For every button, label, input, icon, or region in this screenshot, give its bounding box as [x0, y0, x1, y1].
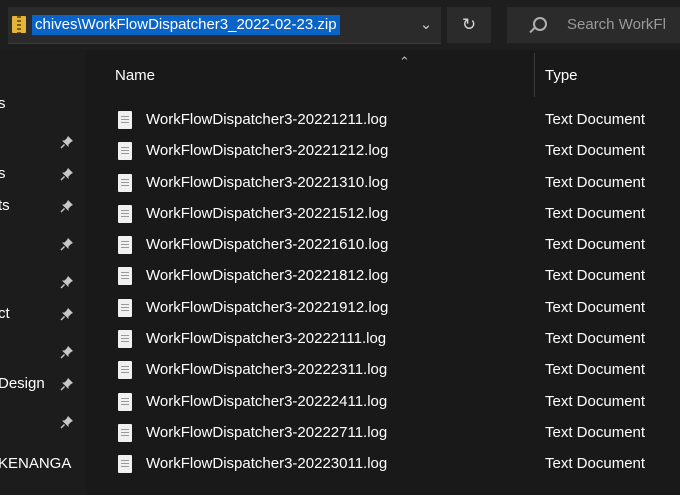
- text-document-icon: [118, 455, 132, 474]
- nav-item[interactable]: s: [0, 90, 86, 120]
- column-header: ⌃ Name Type: [86, 50, 680, 100]
- text-document-icon: [118, 423, 132, 442]
- text-document-icon: [118, 267, 132, 286]
- text-document-icon: [118, 142, 132, 161]
- pin-icon[interactable]: [60, 345, 74, 359]
- file-name[interactable]: WorkFlowDispatcher3-20222411.log: [146, 393, 387, 410]
- nav-item[interactable]: [0, 268, 86, 298]
- nav-item[interactable]: [0, 230, 86, 260]
- refresh-button[interactable]: ↻: [447, 7, 491, 43]
- file-row[interactable]: WorkFlowDispatcher3-20222411.log Text Doc…: [86, 387, 680, 418]
- nav-item[interactable]: [0, 128, 86, 158]
- text-document-icon: [118, 361, 132, 380]
- nav-item-label: ct: [0, 305, 10, 322]
- address-path[interactable]: chives\WorkFlowDispatcher3_2022-02-23.zi…: [32, 15, 340, 35]
- file-row[interactable]: WorkFlowDispatcher3-20222711.log Text Doc…: [86, 418, 680, 449]
- file-row[interactable]: WorkFlowDispatcher3-20222111.log Text Doc…: [86, 324, 680, 355]
- file-name[interactable]: WorkFlowDispatcher3-20221512.log: [146, 205, 388, 222]
- file-type: Text Document: [545, 298, 646, 316]
- text-document-icon: [118, 111, 132, 129]
- file-name[interactable]: WorkFlowDispatcher3-20222711.log: [146, 424, 387, 441]
- file-name[interactable]: WorkFlowDispatcher3-20221812.log: [146, 267, 388, 284]
- column-header-name[interactable]: Name: [115, 67, 155, 84]
- file-row[interactable]: WorkFlowDispatcher3-20221212.log Text Doc…: [86, 136, 680, 167]
- nav-item[interactable]: Design: [0, 370, 86, 400]
- title-bar: chives\WorkFlowDispatcher3_2022-02-23.zi…: [0, 0, 680, 50]
- nav-item[interactable]: ct: [0, 300, 86, 330]
- nav-item[interactable]: [0, 338, 86, 368]
- search-input[interactable]: Search WorkFl: [507, 7, 680, 43]
- nav-item-label: Design: [0, 375, 45, 392]
- pin-icon[interactable]: [60, 275, 74, 289]
- file-type: Text Document: [545, 173, 646, 191]
- file-type: Text Document: [545, 392, 646, 410]
- file-row[interactable]: WorkFlowDispatcher3-20223011.log Text Doc…: [86, 449, 680, 480]
- search-placeholder: Search WorkFl: [567, 16, 666, 33]
- file-name[interactable]: WorkFlowDispatcher3-20221912.log: [146, 299, 388, 316]
- file-name[interactable]: WorkFlowDispatcher3-20221211.log: [146, 111, 387, 128]
- text-document-icon: [118, 236, 132, 255]
- file-type: Text Document: [545, 455, 646, 473]
- file-name[interactable]: WorkFlowDispatcher3-20221610.log: [146, 236, 388, 253]
- file-row[interactable]: WorkFlowDispatcher3-20221310.log Text Doc…: [86, 168, 680, 199]
- pin-icon[interactable]: [60, 377, 74, 391]
- column-divider[interactable]: [534, 53, 535, 97]
- pin-icon[interactable]: [60, 307, 74, 321]
- text-document-icon: [118, 298, 132, 317]
- zip-folder-icon: [12, 16, 26, 33]
- file-type: Text Document: [545, 142, 646, 160]
- file-list: WorkFlowDispatcher3-20221211.log Text Doc…: [86, 105, 680, 481]
- file-name[interactable]: WorkFlowDispatcher3-20221212.log: [146, 142, 388, 159]
- text-document-icon: [118, 330, 132, 349]
- file-type: Text Document: [545, 423, 646, 441]
- nav-item[interactable]: KENANGA: [0, 450, 86, 480]
- navigation-pane: s s ts ct Design KENANGA: [0, 50, 86, 495]
- address-bar[interactable]: chives\WorkFlowDispatcher3_2022-02-23.zi…: [8, 7, 441, 44]
- file-type: Text Document: [545, 330, 646, 348]
- nav-item[interactable]: s: [0, 160, 86, 190]
- column-header-type[interactable]: Type: [545, 67, 578, 84]
- file-row[interactable]: WorkFlowDispatcher3-20221512.log Text Doc…: [86, 199, 680, 230]
- text-document-icon: [118, 204, 132, 223]
- text-document-icon: [118, 392, 132, 411]
- sort-ascending-icon: ⌃: [399, 54, 410, 69]
- refresh-icon: ↻: [461, 15, 477, 34]
- file-row[interactable]: WorkFlowDispatcher3-20221812.log Text Doc…: [86, 261, 680, 292]
- file-row[interactable]: WorkFlowDispatcher3-20221912.log Text Doc…: [86, 293, 680, 324]
- file-name[interactable]: WorkFlowDispatcher3-20222111.log: [146, 330, 386, 347]
- search-icon: [533, 17, 547, 31]
- text-document-icon: [118, 173, 132, 192]
- file-type: Text Document: [545, 361, 646, 379]
- file-row[interactable]: WorkFlowDispatcher3-20222311.log Text Doc…: [86, 355, 680, 386]
- file-type: Text Document: [545, 204, 646, 222]
- nav-item-label: s: [0, 95, 6, 112]
- file-name[interactable]: WorkFlowDispatcher3-20221310.log: [146, 174, 388, 191]
- chevron-down-icon[interactable]: ⌄: [411, 13, 441, 37]
- file-name[interactable]: WorkFlowDispatcher3-20223011.log: [146, 455, 387, 472]
- file-type: Text Document: [545, 111, 646, 128]
- nav-item-label: KENANGA: [0, 455, 72, 472]
- file-name[interactable]: WorkFlowDispatcher3-20222311.log: [146, 361, 387, 378]
- nav-item-label: s: [0, 165, 6, 182]
- pin-icon[interactable]: [60, 199, 74, 213]
- file-type: Text Document: [545, 267, 646, 285]
- file-type: Text Document: [545, 236, 646, 254]
- nav-item[interactable]: ts: [0, 192, 86, 222]
- pin-icon[interactable]: [60, 135, 74, 149]
- nav-item[interactable]: [0, 408, 86, 438]
- pin-icon[interactable]: [60, 167, 74, 181]
- file-row[interactable]: WorkFlowDispatcher3-20221211.log Text Doc…: [86, 105, 680, 136]
- pin-icon[interactable]: [60, 415, 74, 429]
- pin-icon[interactable]: [60, 237, 74, 251]
- file-row[interactable]: WorkFlowDispatcher3-20221610.log Text Doc…: [86, 230, 680, 261]
- nav-item-label: ts: [0, 197, 10, 214]
